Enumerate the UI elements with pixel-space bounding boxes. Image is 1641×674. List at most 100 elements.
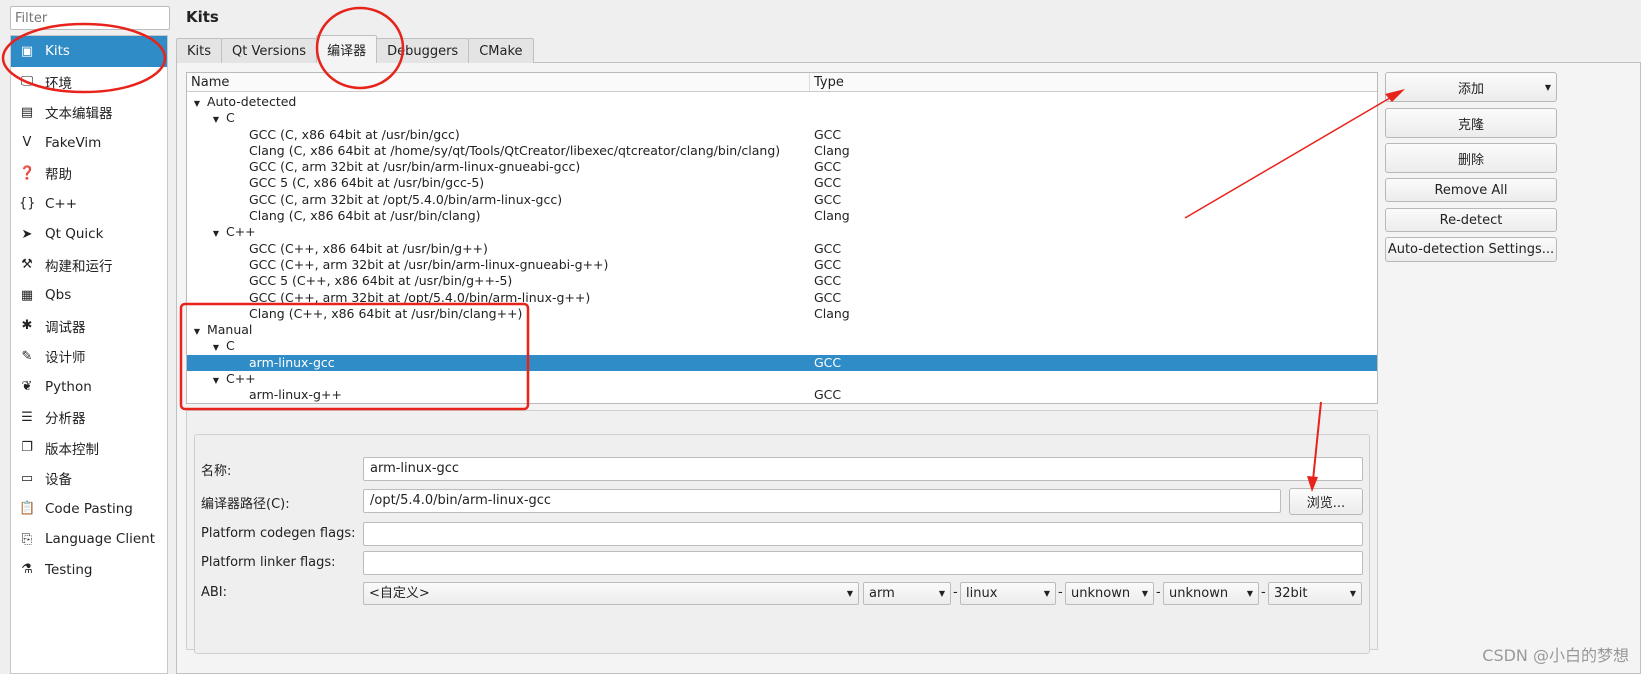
sidebar-item-testing[interactable]: ⚗ Testing bbox=[11, 555, 167, 586]
sidebar-item--[interactable]: ❓ 帮助 bbox=[11, 158, 167, 189]
add-label: 添加 bbox=[1457, 81, 1484, 97]
tree-row[interactable]: GCC (C, arm 32bit at /usr/bin/arm-linux-… bbox=[187, 159, 1377, 175]
sidebar-item-code-pasting[interactable]: 📋 Code Pasting bbox=[11, 494, 167, 525]
sidebar-item-python[interactable]: ❦ Python bbox=[11, 372, 167, 403]
qbs-icon: ▦ bbox=[20, 287, 34, 303]
tree-row[interactable]: GCC (C, x86 64bit at /usr/bin/gcc) GCC bbox=[187, 127, 1377, 143]
watermark: CSDN @小白的梦想 bbox=[1482, 646, 1629, 665]
sidebar-item-label: Kits bbox=[45, 43, 70, 60]
tab-2[interactable]: 编译器 bbox=[316, 35, 378, 63]
abi-combo-0[interactable]: <自定义> ▼ bbox=[363, 582, 859, 605]
expand-arrow-icon[interactable]: ▼ bbox=[210, 340, 222, 354]
name-label: 名称: bbox=[201, 464, 232, 479]
tree-row[interactable]: GCC (C++, x86 64bit at /usr/bin/g++) GCC bbox=[187, 241, 1377, 257]
tree-row[interactable]: Clang (C, x86 64bit at /home/sy/qt/Tools… bbox=[187, 143, 1377, 159]
abi-separator: - bbox=[1261, 585, 1266, 600]
expand-arrow-icon[interactable]: ▼ bbox=[191, 324, 203, 338]
column-header-type[interactable]: Type bbox=[810, 73, 844, 91]
row-name: Manual bbox=[206, 322, 253, 338]
remove-button[interactable]: 删除 bbox=[1385, 143, 1557, 173]
abi-combo-4[interactable]: unknown ▼ bbox=[1163, 582, 1259, 605]
tree-row[interactable]: Clang (C, x86 64bit at /usr/bin/clang) Cl… bbox=[187, 208, 1377, 224]
sidebar-item-language-client[interactable]: ⎘ Language Client bbox=[11, 524, 167, 555]
tree-row[interactable]: GCC (C, arm 32bit at /opt/5.4.0/bin/arm-… bbox=[187, 192, 1377, 208]
compiler-tree[interactable]: Name Type ▼ Auto-detected ▼ C GCC (C, x86 … bbox=[186, 72, 1378, 404]
tree-row[interactable]: arm-linux-g++ GCC bbox=[187, 387, 1377, 403]
sidebar-item-qbs[interactable]: ▦ Qbs bbox=[11, 280, 167, 311]
tree-header: Name Type bbox=[187, 73, 1377, 92]
chevron-down-icon: ▼ bbox=[1349, 589, 1356, 598]
abi-combo-5[interactable]: 32bit ▼ bbox=[1268, 582, 1362, 605]
abi-label: ABI: bbox=[201, 585, 228, 600]
tree-row[interactable]: ▼ Auto-detected bbox=[187, 94, 1377, 110]
linker-flags-input[interactable] bbox=[363, 551, 1363, 575]
sidebar-item-label: Qt Quick bbox=[45, 226, 104, 243]
sidebar-item-label: Qbs bbox=[45, 287, 72, 304]
text-editor-icon: ▤ bbox=[20, 104, 34, 120]
sidebar-item--[interactable]: ▭ 设备 bbox=[11, 463, 167, 494]
column-header-name[interactable]: Name bbox=[187, 73, 810, 91]
hammer-icon: ⚒ bbox=[21, 257, 33, 273]
clone-button[interactable]: 克隆 bbox=[1385, 108, 1557, 138]
row-type: GCC bbox=[814, 191, 842, 207]
sidebar-item-label: 设备 bbox=[45, 472, 72, 489]
filter-input[interactable] bbox=[10, 6, 170, 30]
auto-detection-settings-button[interactable]: Auto-detection Settings... bbox=[1385, 237, 1557, 262]
tab-3[interactable]: Debuggers bbox=[376, 38, 470, 63]
sidebar-item-label: Language Client bbox=[45, 531, 155, 548]
row-name: GCC (C++, arm 32bit at /usr/bin/arm-linu… bbox=[249, 256, 609, 272]
braces-icon: {} bbox=[19, 196, 36, 212]
browse-button[interactable]: 浏览... bbox=[1289, 488, 1363, 515]
expand-arrow-icon[interactable]: ▼ bbox=[210, 112, 222, 126]
tree-row[interactable]: ▼ C++ bbox=[187, 371, 1377, 387]
abi-separator: - bbox=[1156, 585, 1161, 600]
tree-row[interactable]: GCC (C++, arm 32bit at /opt/5.4.0/bin/ar… bbox=[187, 290, 1377, 306]
tab-4[interactable]: CMake bbox=[468, 38, 534, 63]
row-name: Clang (C++, x86 64bit at /usr/bin/clang+… bbox=[249, 305, 523, 321]
abi-combo-2[interactable]: linux ▼ bbox=[960, 582, 1056, 605]
sidebar-item--[interactable]: ⚒ 构建和运行 bbox=[11, 250, 167, 281]
row-name: GCC (C++, x86 64bit at /usr/bin/g++) bbox=[249, 240, 488, 256]
expand-arrow-icon[interactable]: ▼ bbox=[191, 96, 203, 110]
sidebar: ▣ Kits 🖵 环境 ▤ 文本编辑器 V FakeVim ❓ 帮助 {} C++ ➤ Qt Quick ⚒… bbox=[10, 35, 168, 674]
sidebar-item--[interactable]: 🖵 环境 bbox=[11, 67, 167, 98]
tree-row[interactable]: ▼ C bbox=[187, 110, 1377, 126]
abi-value: 32bit bbox=[1274, 586, 1308, 601]
row-name: Clang (C, x86 64bit at /home/sy/qt/Tools… bbox=[249, 142, 781, 158]
expand-arrow-icon[interactable]: ▼ bbox=[210, 373, 222, 387]
sidebar-item--[interactable]: ☰ 分析器 bbox=[11, 402, 167, 433]
abi-combo-3[interactable]: unknown ▼ bbox=[1065, 582, 1154, 605]
sidebar-item-kits[interactable]: ▣ Kits bbox=[11, 36, 167, 67]
add-button[interactable]: 添加 ▼ bbox=[1385, 72, 1557, 102]
sidebar-item--[interactable]: ✱ 调试器 bbox=[11, 311, 167, 342]
tab-0[interactable]: Kits bbox=[176, 38, 223, 63]
tab-1[interactable]: Qt Versions bbox=[221, 38, 318, 63]
sidebar-item-label: FakeVim bbox=[45, 134, 102, 151]
sidebar-item--[interactable]: ✎ 设计师 bbox=[11, 341, 167, 372]
tree-row[interactable]: GCC (C++, arm 32bit at /usr/bin/arm-linu… bbox=[187, 257, 1377, 273]
codegen-flags-input[interactable] bbox=[363, 522, 1363, 546]
sidebar-item-fakevim[interactable]: V FakeVim bbox=[11, 128, 167, 159]
expand-arrow-icon[interactable]: ▼ bbox=[210, 226, 222, 240]
tree-row[interactable]: ▼ C bbox=[187, 338, 1377, 354]
row-name: Clang (C, x86 64bit at /usr/bin/clang) bbox=[249, 208, 481, 224]
name-input[interactable]: arm-linux-gcc bbox=[363, 457, 1363, 481]
tree-row[interactable]: ▼ Manual bbox=[187, 322, 1377, 338]
sidebar-item-label: 设计师 bbox=[45, 350, 86, 367]
tree-row[interactable]: ▼ C++ bbox=[187, 224, 1377, 240]
remove-all-button[interactable]: Remove All bbox=[1385, 178, 1557, 202]
tree-row[interactable]: GCC 5 (C++, x86 64bit at /usr/bin/g++-5)… bbox=[187, 273, 1377, 289]
version-control-icon: ❐ bbox=[21, 440, 33, 456]
sidebar-item-qt-quick[interactable]: ➤ Qt Quick bbox=[11, 219, 167, 250]
tree-row[interactable]: GCC 5 (C, x86 64bit at /usr/bin/gcc-5) GC… bbox=[187, 175, 1377, 191]
redetect-button[interactable]: Re-detect bbox=[1385, 208, 1557, 232]
row-type bbox=[810, 224, 814, 240]
tree-row[interactable]: arm-linux-gcc GCC bbox=[187, 354, 1377, 372]
tree-row[interactable]: Clang (C++, x86 64bit at /usr/bin/clang+… bbox=[187, 306, 1377, 322]
sidebar-item--[interactable]: ▤ 文本编辑器 bbox=[11, 97, 167, 128]
abi-combo-1[interactable]: arm ▼ bbox=[863, 582, 951, 605]
row-type: GCC bbox=[814, 387, 842, 403]
sidebar-item--[interactable]: ❐ 版本控制 bbox=[11, 433, 167, 464]
compiler-path-input[interactable]: /opt/5.4.0/bin/arm-linux-gcc bbox=[363, 489, 1281, 513]
sidebar-item-c-[interactable]: {} C++ bbox=[11, 189, 167, 220]
